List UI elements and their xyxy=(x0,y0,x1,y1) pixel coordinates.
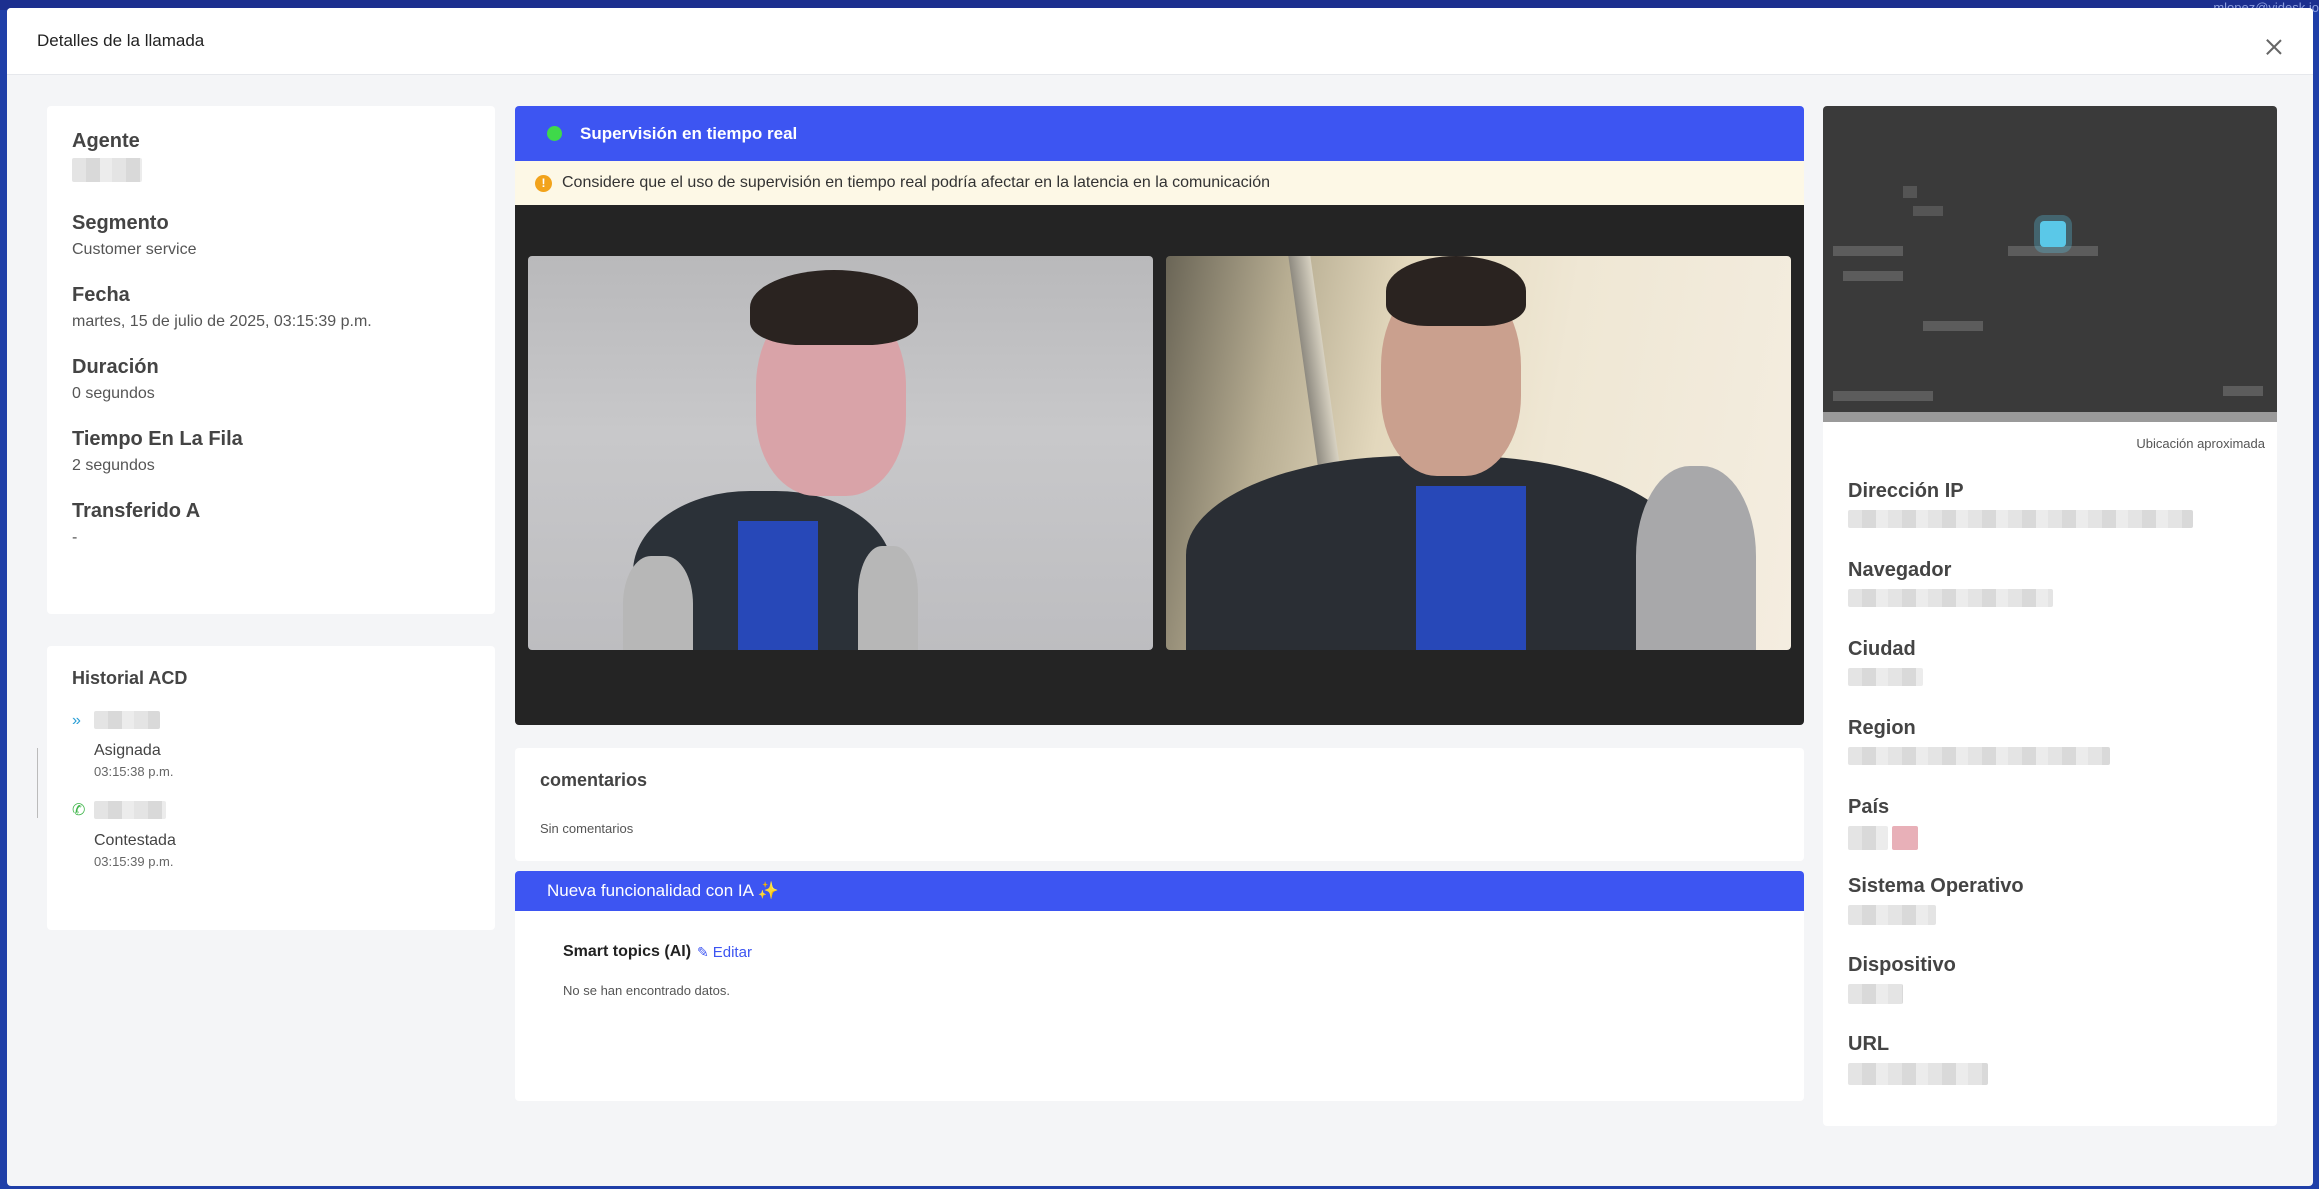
phone-icon: ✆ xyxy=(72,802,86,819)
acd-history-card: Historial ACD » Asignada 03:15:38 p.m. ✆… xyxy=(47,646,495,930)
call-info-card: Agente Segmento Customer service Fecha m… xyxy=(47,106,495,614)
redacted-value xyxy=(1848,905,1936,925)
acd-status: Contestada xyxy=(94,832,176,849)
field-duration: Duración 0 segundos xyxy=(72,354,470,404)
redacted-value xyxy=(1848,1063,1988,1085)
client-details: Dirección IP Navegador Ciudad Region Paí… xyxy=(1848,478,2258,1110)
field-os: Sistema Operativo xyxy=(1848,873,2258,952)
modal-header: Detalles de la llamada xyxy=(7,8,2313,75)
acd-title: Historial ACD xyxy=(72,668,188,688)
field-label: Segmento xyxy=(72,212,169,234)
location-pin-icon xyxy=(2040,221,2066,247)
field-agent: Agente xyxy=(72,128,470,188)
comments-title: comentarios xyxy=(540,770,648,790)
comments-empty: Sin comentarios xyxy=(540,821,634,836)
video-feed-agent[interactable] xyxy=(1166,256,1791,650)
field-value: martes, 15 de julio de 2025, 03:15:39 p.… xyxy=(72,313,372,330)
acd-time: 03:15:39 p.m. xyxy=(94,854,174,869)
field-label: Transferido A xyxy=(72,500,201,522)
field-device: Dispositivo xyxy=(1848,952,2258,1031)
redacted-value xyxy=(1848,984,1903,1004)
video-area xyxy=(515,205,1804,725)
approx-location-label: Ubicación aproximada xyxy=(2136,436,2265,451)
ai-feature-title: Nueva funcionalidad con IA ✨ xyxy=(547,881,779,900)
field-url: URL xyxy=(1848,1031,2258,1110)
ai-feature-header: Nueva funcionalidad con IA ✨ xyxy=(515,871,1804,911)
smart-topics-label: Smart topics (AI) xyxy=(563,943,692,960)
redacted-value xyxy=(1848,826,1888,850)
live-status-dot xyxy=(547,126,562,141)
field-country: País xyxy=(1848,794,2258,873)
agent-name-redacted xyxy=(72,158,142,182)
acd-status: Asignada xyxy=(94,742,161,759)
location-map[interactable] xyxy=(1823,106,2277,422)
field-value: 2 segundos xyxy=(72,457,155,474)
country-flag-icon xyxy=(1892,826,1919,850)
field-label: Agente xyxy=(72,130,140,152)
acd-time: 03:15:38 p.m. xyxy=(94,764,174,779)
field-value: Customer service xyxy=(72,241,197,258)
edit-label: Editar xyxy=(712,943,752,961)
acd-agent-redacted xyxy=(94,801,166,819)
modal-title: Detalles de la llamada xyxy=(37,31,205,50)
redacted-value xyxy=(1848,510,2193,528)
supervision-title: Supervisión en tiempo real xyxy=(580,123,798,143)
field-label: Fecha xyxy=(72,284,130,306)
supervision-header: Supervisión en tiempo real xyxy=(515,106,1804,161)
warning-icon: ! xyxy=(535,174,552,192)
field-browser: Navegador xyxy=(1848,557,2258,636)
field-transferred-to: Transferido A - xyxy=(72,498,470,548)
double-chevron-right-icon: » xyxy=(72,712,81,729)
comments-card: comentarios Sin comentarios xyxy=(515,748,1804,861)
location-card: Ubicación aproximada Dirección IP Navega… xyxy=(1823,106,2277,1126)
latency-warning: ! Considere que el uso de supervisión en… xyxy=(515,161,1804,205)
acd-item: ✆ Contestada 03:15:39 p.m. xyxy=(72,801,470,869)
redacted-value xyxy=(1848,668,1923,686)
ai-empty-state: No se han encontrado datos. xyxy=(563,983,730,998)
acd-item: » Asignada 03:15:38 p.m. xyxy=(72,711,470,779)
field-date: Fecha martes, 15 de julio de 2025, 03:15… xyxy=(72,282,470,332)
field-city: Ciudad xyxy=(1848,636,2258,715)
warning-text: Considere que el uso de supervisión en t… xyxy=(562,174,1270,191)
pencil-icon: ✎ xyxy=(697,943,709,960)
field-segment: Segmento Customer service xyxy=(72,210,470,260)
acd-timeline-line xyxy=(37,748,38,818)
field-value: - xyxy=(72,529,78,546)
field-label: Duración xyxy=(72,356,159,378)
acd-agent-redacted xyxy=(94,711,160,729)
ai-feature-body: Smart topics (AI) ✎ Editar No se han enc… xyxy=(515,911,1804,1101)
close-icon[interactable] xyxy=(2263,36,2285,58)
redacted-value xyxy=(1848,589,2053,607)
edit-topics-button[interactable]: ✎ Editar xyxy=(697,944,752,961)
redacted-value xyxy=(1848,747,2110,765)
field-region: Region xyxy=(1848,715,2258,794)
field-ip: Dirección IP xyxy=(1848,478,2258,557)
field-label: Tiempo En La Fila xyxy=(72,428,243,450)
call-details-modal: Detalles de la llamada Agente Segmento C… xyxy=(7,8,2313,1186)
field-queue-time: Tiempo En La Fila 2 segundos xyxy=(72,426,470,476)
video-feed-customer[interactable] xyxy=(528,256,1153,650)
field-value: 0 segundos xyxy=(72,385,155,402)
